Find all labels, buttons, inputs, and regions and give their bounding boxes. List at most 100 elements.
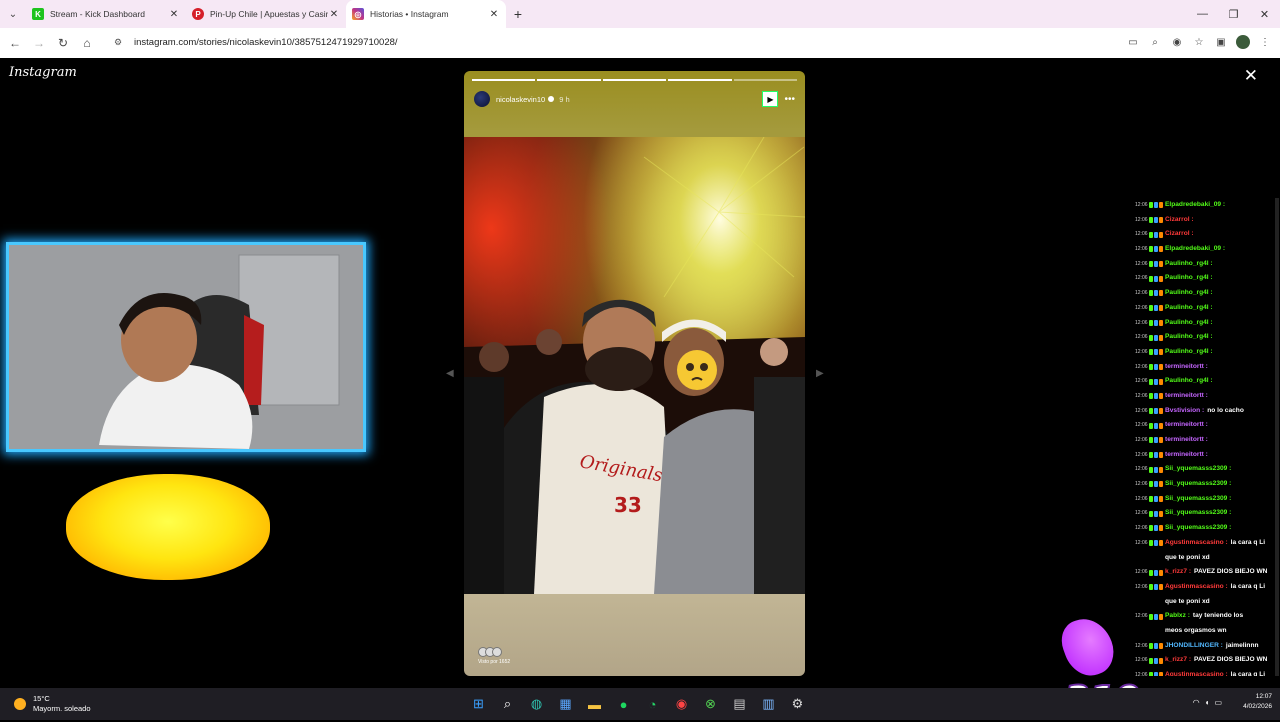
chat-username[interactable]: Paulinho_rg4l : <box>1165 374 1213 389</box>
chat-username[interactable]: Agustinmascasino : <box>1165 536 1228 551</box>
tab-kick-dashboard[interactable]: K Stream - Kick Dashboard ✕ <box>26 0 186 28</box>
tab-instagram[interactable]: ◎ Historias • Instagram ✕ <box>346 0 506 28</box>
chat-timestamp: 12:06 <box>1135 348 1148 355</box>
chat-username[interactable]: Sii_yquemasss2309 : <box>1165 477 1231 492</box>
story-viewers[interactable]: Visto por 1652 <box>478 647 510 665</box>
minimize-icon[interactable]: — <box>1187 0 1218 28</box>
chat-username[interactable]: Sii_yquemasss2309 : <box>1165 492 1231 507</box>
chat-username[interactable]: Paulinho_rg4l : <box>1165 316 1213 331</box>
wifi-icon[interactable]: ◠ <box>1193 698 1200 707</box>
weather-widget[interactable]: 15°C Mayorm. soleado <box>14 694 91 714</box>
chat-username[interactable]: Sii_yquemasss2309 : <box>1165 462 1231 477</box>
spotify-icon[interactable]: ● <box>613 692 634 716</box>
reload-icon[interactable]: ↻ <box>51 31 75 55</box>
chat-username[interactable]: Paulinho_rg4l : <box>1165 286 1213 301</box>
chat-username[interactable]: Sii_yquemasss2309 : <box>1165 521 1231 536</box>
edge-icon[interactable]: ◍ <box>526 692 547 716</box>
chat-username[interactable]: Sii_yquemasss2309 : <box>1165 506 1231 521</box>
profile-avatar[interactable] <box>1236 35 1250 49</box>
extensions-icon[interactable]: ▣ <box>1214 35 1228 49</box>
close-tab-icon[interactable]: ✕ <box>328 9 340 20</box>
chat-username[interactable]: Cizarrol : <box>1165 213 1194 228</box>
window-controls: — ❐ ✕ <box>1187 0 1280 28</box>
chat-username[interactable]: Paulinho_rg4l : <box>1165 330 1213 345</box>
close-story-icon[interactable]: ✕ <box>1244 66 1258 86</box>
whatsapp-icon[interactable]: ◔ <box>642 692 663 716</box>
notepad-icon[interactable]: ▥ <box>758 692 779 716</box>
story-username[interactable]: nicolaskevin10 <box>496 95 545 104</box>
url-field[interactable]: ⚙ instagram.com/stories/nicolaskevin10/3… <box>108 31 1208 53</box>
story-viewer[interactable]: nicolaskevin10 9 h ▶ ••• Originals 33 Vi… <box>464 71 805 676</box>
more-options-icon[interactable]: ••• <box>784 94 795 105</box>
instagram-logo[interactable]: Instagram <box>9 65 77 80</box>
tab-title: Stream - Kick Dashboard <box>50 9 145 19</box>
chat-username[interactable]: Elpadredebaki_09 : <box>1165 198 1225 213</box>
tab-search-icon[interactable]: ⌄ <box>0 0 26 28</box>
forward-icon[interactable]: → <box>27 31 51 55</box>
chat-username[interactable]: termineitortt : <box>1165 389 1208 404</box>
chat-timestamp: 12:06 <box>1135 334 1148 341</box>
battery-icon[interactable]: ▭ <box>1214 698 1222 707</box>
chat-username[interactable]: termineitortt : <box>1165 418 1208 433</box>
chat-badges <box>1149 257 1165 272</box>
xbox-icon[interactable]: ⊗ <box>700 692 721 716</box>
chat-username[interactable]: k_rizz7 : <box>1165 565 1191 580</box>
close-window-icon[interactable]: ✕ <box>1249 0 1280 28</box>
story-photo: Originals 33 <box>464 137 805 594</box>
chat-username[interactable]: Paulinho_rg4l : <box>1165 271 1213 286</box>
close-tab-icon[interactable]: ✕ <box>168 9 180 20</box>
clock[interactable]: 12:07 4/02/2026 <box>1243 692 1272 712</box>
chat-scrollbar[interactable] <box>1275 198 1279 676</box>
play-icon[interactable]: ▶ <box>762 91 779 107</box>
svg-text:33: 33 <box>614 493 642 517</box>
chat-badges <box>1149 462 1165 477</box>
tab-pinup[interactable]: P Pin-Up Chile | Apuestas y Casin ✕ <box>186 0 346 28</box>
hide-eye-icon[interactable]: ◉ <box>1170 35 1184 49</box>
chat-badges <box>1149 477 1165 492</box>
prev-story-icon[interactable]: ◀ <box>446 368 454 379</box>
volume-icon[interactable]: ◖ <box>1205 698 1210 707</box>
menu-icon[interactable]: ⋮ <box>1258 35 1272 49</box>
chat-username[interactable]: Agustinmascasino : <box>1165 668 1228 676</box>
site-info-icon[interactable]: ⚙ <box>114 37 126 48</box>
back-icon[interactable]: ← <box>3 31 27 55</box>
chat-message: 12:06 Paulinho_rg4l : <box>1135 374 1280 389</box>
tab-title: Historias • Instagram <box>370 9 449 19</box>
chat-text: meos orgasmos wn <box>1165 626 1227 634</box>
bookmark-star-icon[interactable]: ☆ <box>1192 35 1206 49</box>
chat-badges <box>1149 360 1165 375</box>
zoom-icon[interactable]: ⌕ <box>1148 35 1162 49</box>
chat-timestamp: 12:06 <box>1135 407 1148 414</box>
chat-username[interactable]: termineitortt : <box>1165 448 1208 463</box>
store-icon[interactable]: ▦ <box>555 692 576 716</box>
settings-icon[interactable]: ⚙ <box>787 692 808 716</box>
close-tab-icon[interactable]: ✕ <box>488 9 500 20</box>
chat-username[interactable]: Agustinmascasino : <box>1165 580 1228 595</box>
windows-start-icon[interactable]: ⊞ <box>468 692 489 716</box>
chat-text: PAVEZ DIOS BIEJO WN <box>1194 656 1268 664</box>
chrome-icon[interactable]: ◉ <box>671 692 692 716</box>
chat-message: 12:06 termineitortt : <box>1135 448 1280 463</box>
file-explorer-icon[interactable]: ▬ <box>584 692 605 716</box>
maximize-icon[interactable]: ❐ <box>1218 0 1249 28</box>
app-icon[interactable]: ▤ <box>729 692 750 716</box>
cast-icon[interactable]: ▭ <box>1126 35 1140 49</box>
chat-username[interactable]: termineitortt : <box>1165 360 1208 375</box>
chat-username[interactable]: termineitortt : <box>1165 433 1208 448</box>
chat-username[interactable]: Paulinho_rg4l : <box>1165 345 1213 360</box>
search-icon[interactable]: ⌕ <box>497 692 518 716</box>
chat-username[interactable]: Paulinho_rg4l : <box>1165 301 1213 316</box>
chat-username[interactable]: Paulinho_rg4l : <box>1165 257 1213 272</box>
next-story-icon[interactable]: ▶ <box>816 368 824 379</box>
chat-username[interactable]: Pablxz : <box>1165 609 1190 624</box>
chat-badges <box>1149 242 1165 257</box>
story-avatar[interactable] <box>474 91 490 107</box>
chat-username[interactable]: Elpadredebaki_09 : <box>1165 242 1225 257</box>
chat-username[interactable]: JHONDILLINGER : <box>1165 639 1223 654</box>
chat-message: 12:06 Sii_yquemasss2309 : <box>1135 462 1280 477</box>
chat-username[interactable]: Bvstivision : <box>1165 404 1204 419</box>
chat-username[interactable]: Cizarrol : <box>1165 227 1194 242</box>
chat-username[interactable]: k_rizz7 : <box>1165 653 1191 668</box>
home-icon[interactable]: ⌂ <box>75 31 99 55</box>
new-tab-icon[interactable]: + <box>506 6 530 22</box>
